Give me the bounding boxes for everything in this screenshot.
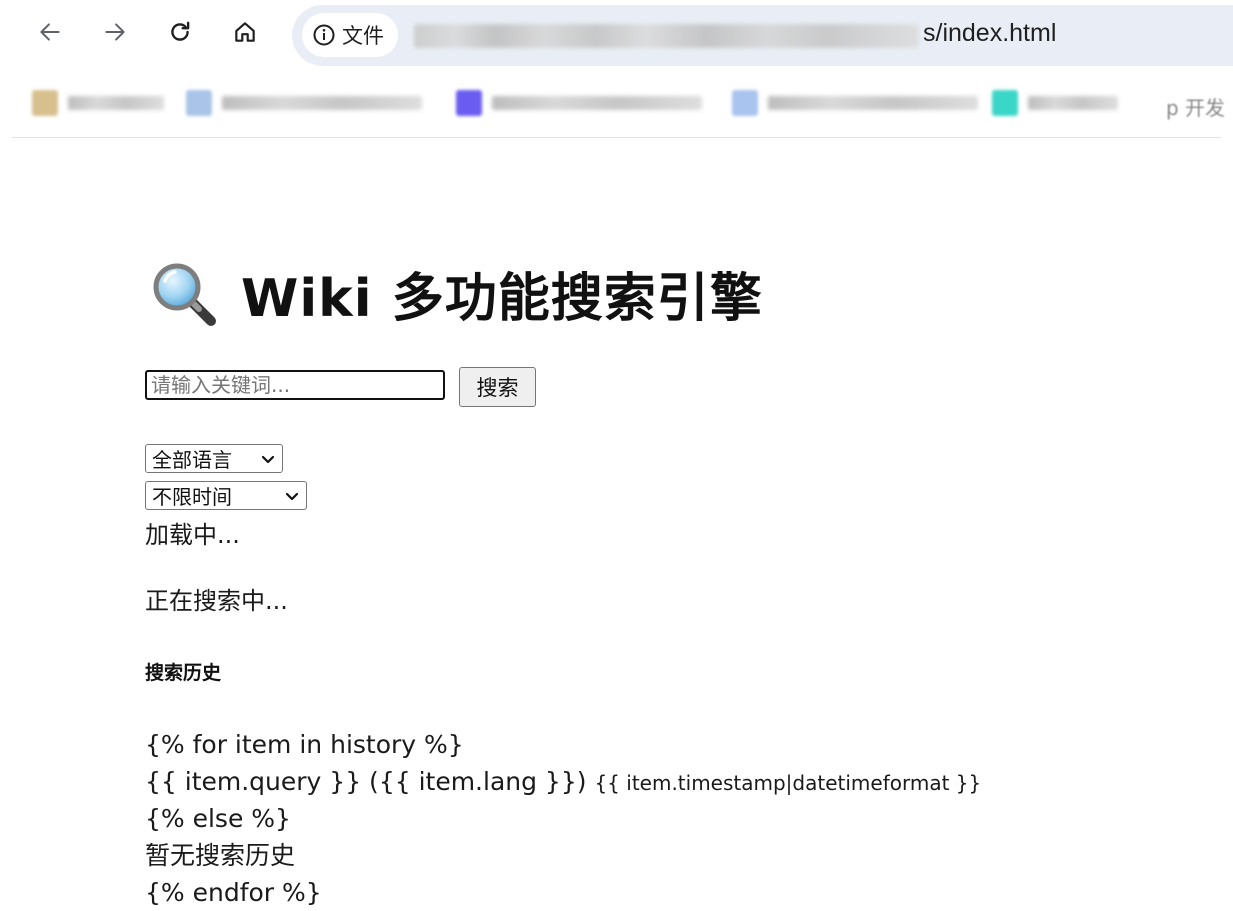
history-heading: 搜索历史 — [145, 662, 222, 684]
browser-toolbar: 文件 s/index.html — [0, 0, 1233, 72]
language-select[interactable]: 全部语言 — [145, 444, 283, 473]
site-chip-label: 文件 — [342, 24, 384, 48]
history-item-timestamp: {{ item.timestamp|datetimeformat }} — [594, 771, 982, 795]
magnifier-icon — [153, 263, 216, 326]
page-title-text: Wiki 多功能搜索引擎 — [241, 269, 763, 329]
bookmark-favicon-icon — [186, 90, 212, 116]
bookmark-label-redacted — [492, 96, 702, 110]
forward-button[interactable] — [95, 14, 135, 54]
bookmark-favicon-icon — [456, 90, 482, 116]
url-text[interactable]: s/index.html — [923, 19, 1056, 48]
toolbar-divider — [12, 137, 1221, 138]
bookmark-label-redacted — [222, 96, 422, 110]
back-arrow-icon — [37, 19, 63, 49]
bookmark-favicon-icon — [32, 90, 58, 116]
bookmark-label-tail[interactable]: p 开发 — [1166, 92, 1225, 121]
history-item-template: {{ item.query }} ({{ item.lang }}) {{ it… — [145, 763, 981, 800]
info-icon — [312, 23, 336, 47]
bookmark-favicon-icon — [992, 90, 1018, 116]
bookmark-favicon-icon — [732, 90, 758, 116]
bookmark-label-redacted — [68, 96, 164, 110]
bookmark-item[interactable] — [456, 88, 702, 118]
search-input[interactable] — [145, 370, 445, 400]
searching-text: 正在搜索中... — [145, 587, 288, 615]
language-select-value: 全部语言 — [152, 448, 232, 472]
loading-text: 加载中... — [145, 521, 240, 549]
search-button[interactable]: 搜索 — [459, 367, 536, 407]
page-title: Wiki 多功能搜索引擎 — [149, 256, 763, 331]
time-select-value: 不限时间 — [152, 485, 232, 509]
history-list: {% for item in history %} {{ item.query … — [145, 726, 981, 911]
home-button[interactable] — [225, 14, 265, 54]
bookmark-label-redacted — [768, 96, 978, 110]
bookmark-item[interactable] — [732, 88, 978, 118]
reload-button[interactable] — [160, 14, 200, 54]
chevron-down-icon — [260, 451, 276, 467]
bookmark-label-redacted — [1028, 96, 1118, 110]
bookmarks-bar: p 开发 — [0, 72, 1233, 138]
bookmark-item[interactable] — [992, 88, 1118, 118]
template-endfor: {% endfor %} — [145, 878, 322, 907]
forward-arrow-icon — [102, 19, 128, 49]
chevron-down-icon — [284, 488, 300, 504]
bookmark-item[interactable] — [32, 88, 164, 118]
template-for-open: {% for item in history %} — [145, 730, 464, 759]
bookmark-item[interactable] — [186, 88, 422, 118]
reload-icon — [167, 19, 193, 49]
time-select[interactable]: 不限时间 — [145, 481, 307, 510]
address-bar[interactable]: 文件 s/index.html — [292, 5, 1233, 66]
home-icon — [232, 19, 258, 49]
back-button[interactable] — [30, 14, 70, 54]
template-else: {% else %} — [145, 804, 291, 833]
url-redacted — [414, 24, 919, 48]
history-item-query: {{ item.query }} ({{ item.lang }}) — [145, 767, 587, 796]
history-empty-text: 暂无搜索历史 — [145, 841, 296, 870]
site-info-chip[interactable]: 文件 — [302, 13, 398, 57]
